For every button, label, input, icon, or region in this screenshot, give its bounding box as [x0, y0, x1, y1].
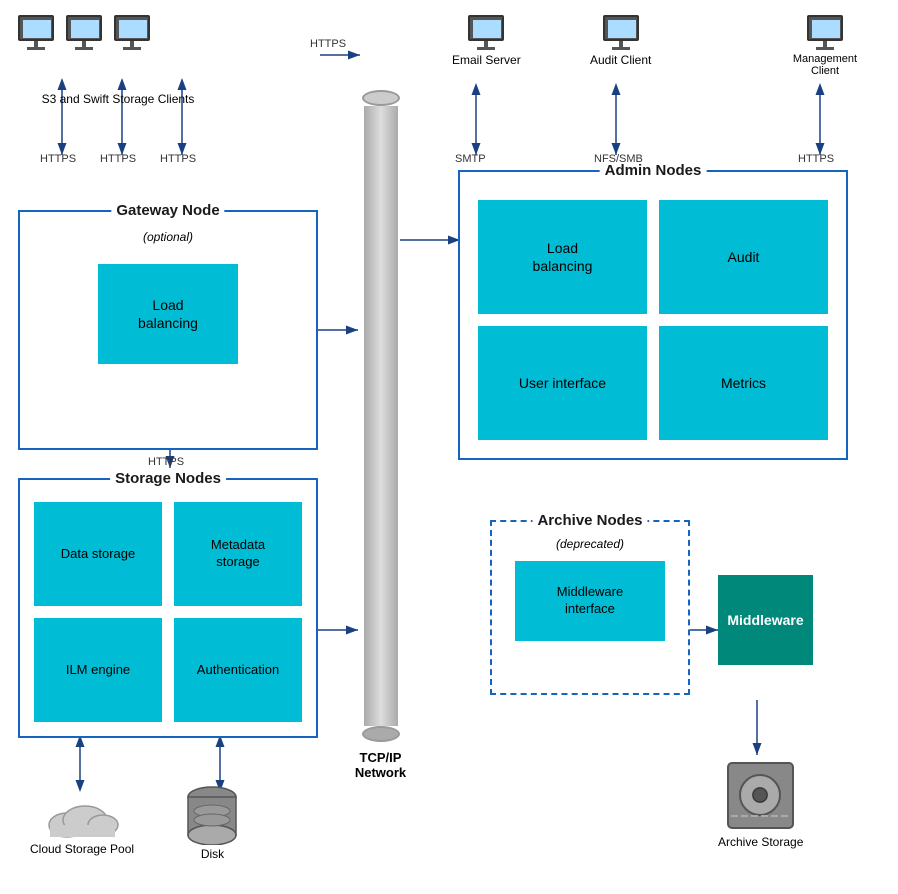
audit-client-label: Audit Client — [590, 53, 651, 67]
gateway-node-title: Gateway Node — [116, 202, 219, 219]
audit-client: Audit Client — [590, 15, 651, 67]
gateway-node-subtitle: (optional) — [20, 230, 316, 244]
https-label-2: HTTPS — [100, 153, 136, 165]
s3-swift-clients — [18, 15, 150, 50]
client-computer-2 — [66, 15, 102, 50]
disk-label: Disk — [201, 847, 224, 861]
ilm-engine: ILM engine — [34, 618, 162, 722]
gateway-load-balancing: Load balancing — [98, 264, 238, 364]
authentication: Authentication — [174, 618, 302, 722]
cloud-storage-pool: Cloud Storage Pool — [30, 790, 134, 856]
https-mgmt-label: HTTPS — [798, 153, 834, 165]
admin-audit: Audit — [659, 200, 828, 314]
archive-nodes-subtitle: (deprecated) — [492, 537, 688, 551]
management-client: Management Client — [790, 15, 860, 77]
cloud-storage-label: Cloud Storage Pool — [30, 842, 134, 856]
archive-storage-label: Archive Storage — [718, 835, 803, 849]
https-top-label: HTTPS — [310, 38, 346, 50]
gateway-node-container: Gateway Node (optional) Load balancing — [18, 210, 318, 450]
middleware-box: Middleware — [718, 575, 813, 665]
archive-storage: Archive Storage — [718, 758, 803, 849]
client-computer-1 — [18, 15, 54, 50]
storage-nodes-container: Storage Nodes Data storage Metadata stor… — [18, 478, 318, 738]
metadata-storage: Metadata storage — [174, 502, 302, 606]
admin-nodes-title: Admin Nodes — [605, 162, 702, 179]
s3-swift-label: S3 and Swift Storage Clients — [18, 92, 218, 106]
admin-user-interface: User interface — [478, 326, 647, 440]
admin-nodes-container: Admin Nodes Load balancing Audit User in… — [458, 170, 848, 460]
https-label-3: HTTPS — [160, 153, 196, 165]
client-computer-3 — [114, 15, 150, 50]
data-storage: Data storage — [34, 502, 162, 606]
tcp-ip-cylinder — [362, 90, 400, 742]
email-server-label: Email Server — [452, 53, 521, 67]
tcp-ip-label: TCP/IP Network — [343, 750, 418, 780]
https-gw-storage-label: HTTPS — [148, 456, 184, 468]
smtp-label: SMTP — [455, 153, 486, 165]
admin-load-balancing: Load balancing — [478, 200, 647, 314]
architecture-diagram: S3 and Swift Storage Clients HTTPS HTTPS… — [0, 0, 898, 894]
middleware-interface: Middleware interface — [515, 561, 665, 641]
email-server: Email Server — [452, 15, 521, 67]
archive-nodes-container: Archive Nodes (deprecated) Middleware in… — [490, 520, 690, 695]
storage-nodes-title: Storage Nodes — [115, 470, 221, 487]
management-client-label: Management Client — [790, 53, 860, 77]
disk: Disk — [185, 785, 240, 861]
admin-metrics: Metrics — [659, 326, 828, 440]
https-label-1: HTTPS — [40, 153, 76, 165]
archive-nodes-title: Archive Nodes — [537, 512, 642, 529]
